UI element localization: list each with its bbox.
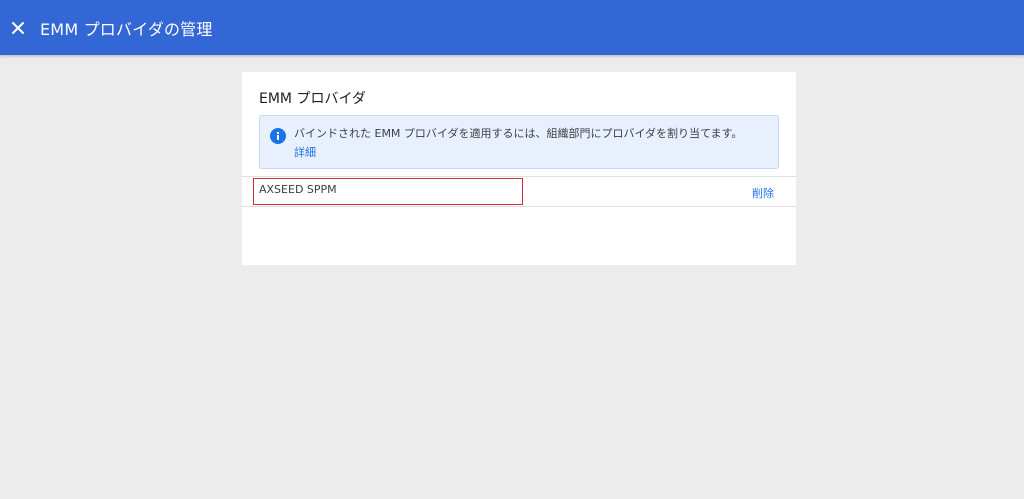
card-title: EMM プロバイダ (259, 91, 366, 107)
emm-provider-card: EMM プロバイダ バインドされた EMM プロバイダを適用するには、組織部門に… (242, 72, 796, 265)
close-icon (12, 21, 24, 34)
top-app-bar: EMM プロバイダの管理 (0, 0, 1024, 55)
page-title: EMM プロバイダの管理 (40, 19, 213, 39)
divider (242, 206, 796, 207)
info-icon (270, 128, 286, 144)
learn-more-link[interactable]: 詳細 (294, 144, 316, 160)
provider-row: AXSEED SPPM 削除 (242, 177, 796, 206)
info-banner: バインドされた EMM プロバイダを適用するには、組織部門にプロバイダを割り当て… (259, 115, 779, 169)
provider-name: AXSEED SPPM (253, 178, 523, 205)
close-button[interactable] (6, 16, 30, 40)
info-text: バインドされた EMM プロバイダを適用するには、組織部門にプロバイダを割り当て… (294, 127, 743, 140)
delete-button[interactable]: 削除 (752, 185, 774, 201)
